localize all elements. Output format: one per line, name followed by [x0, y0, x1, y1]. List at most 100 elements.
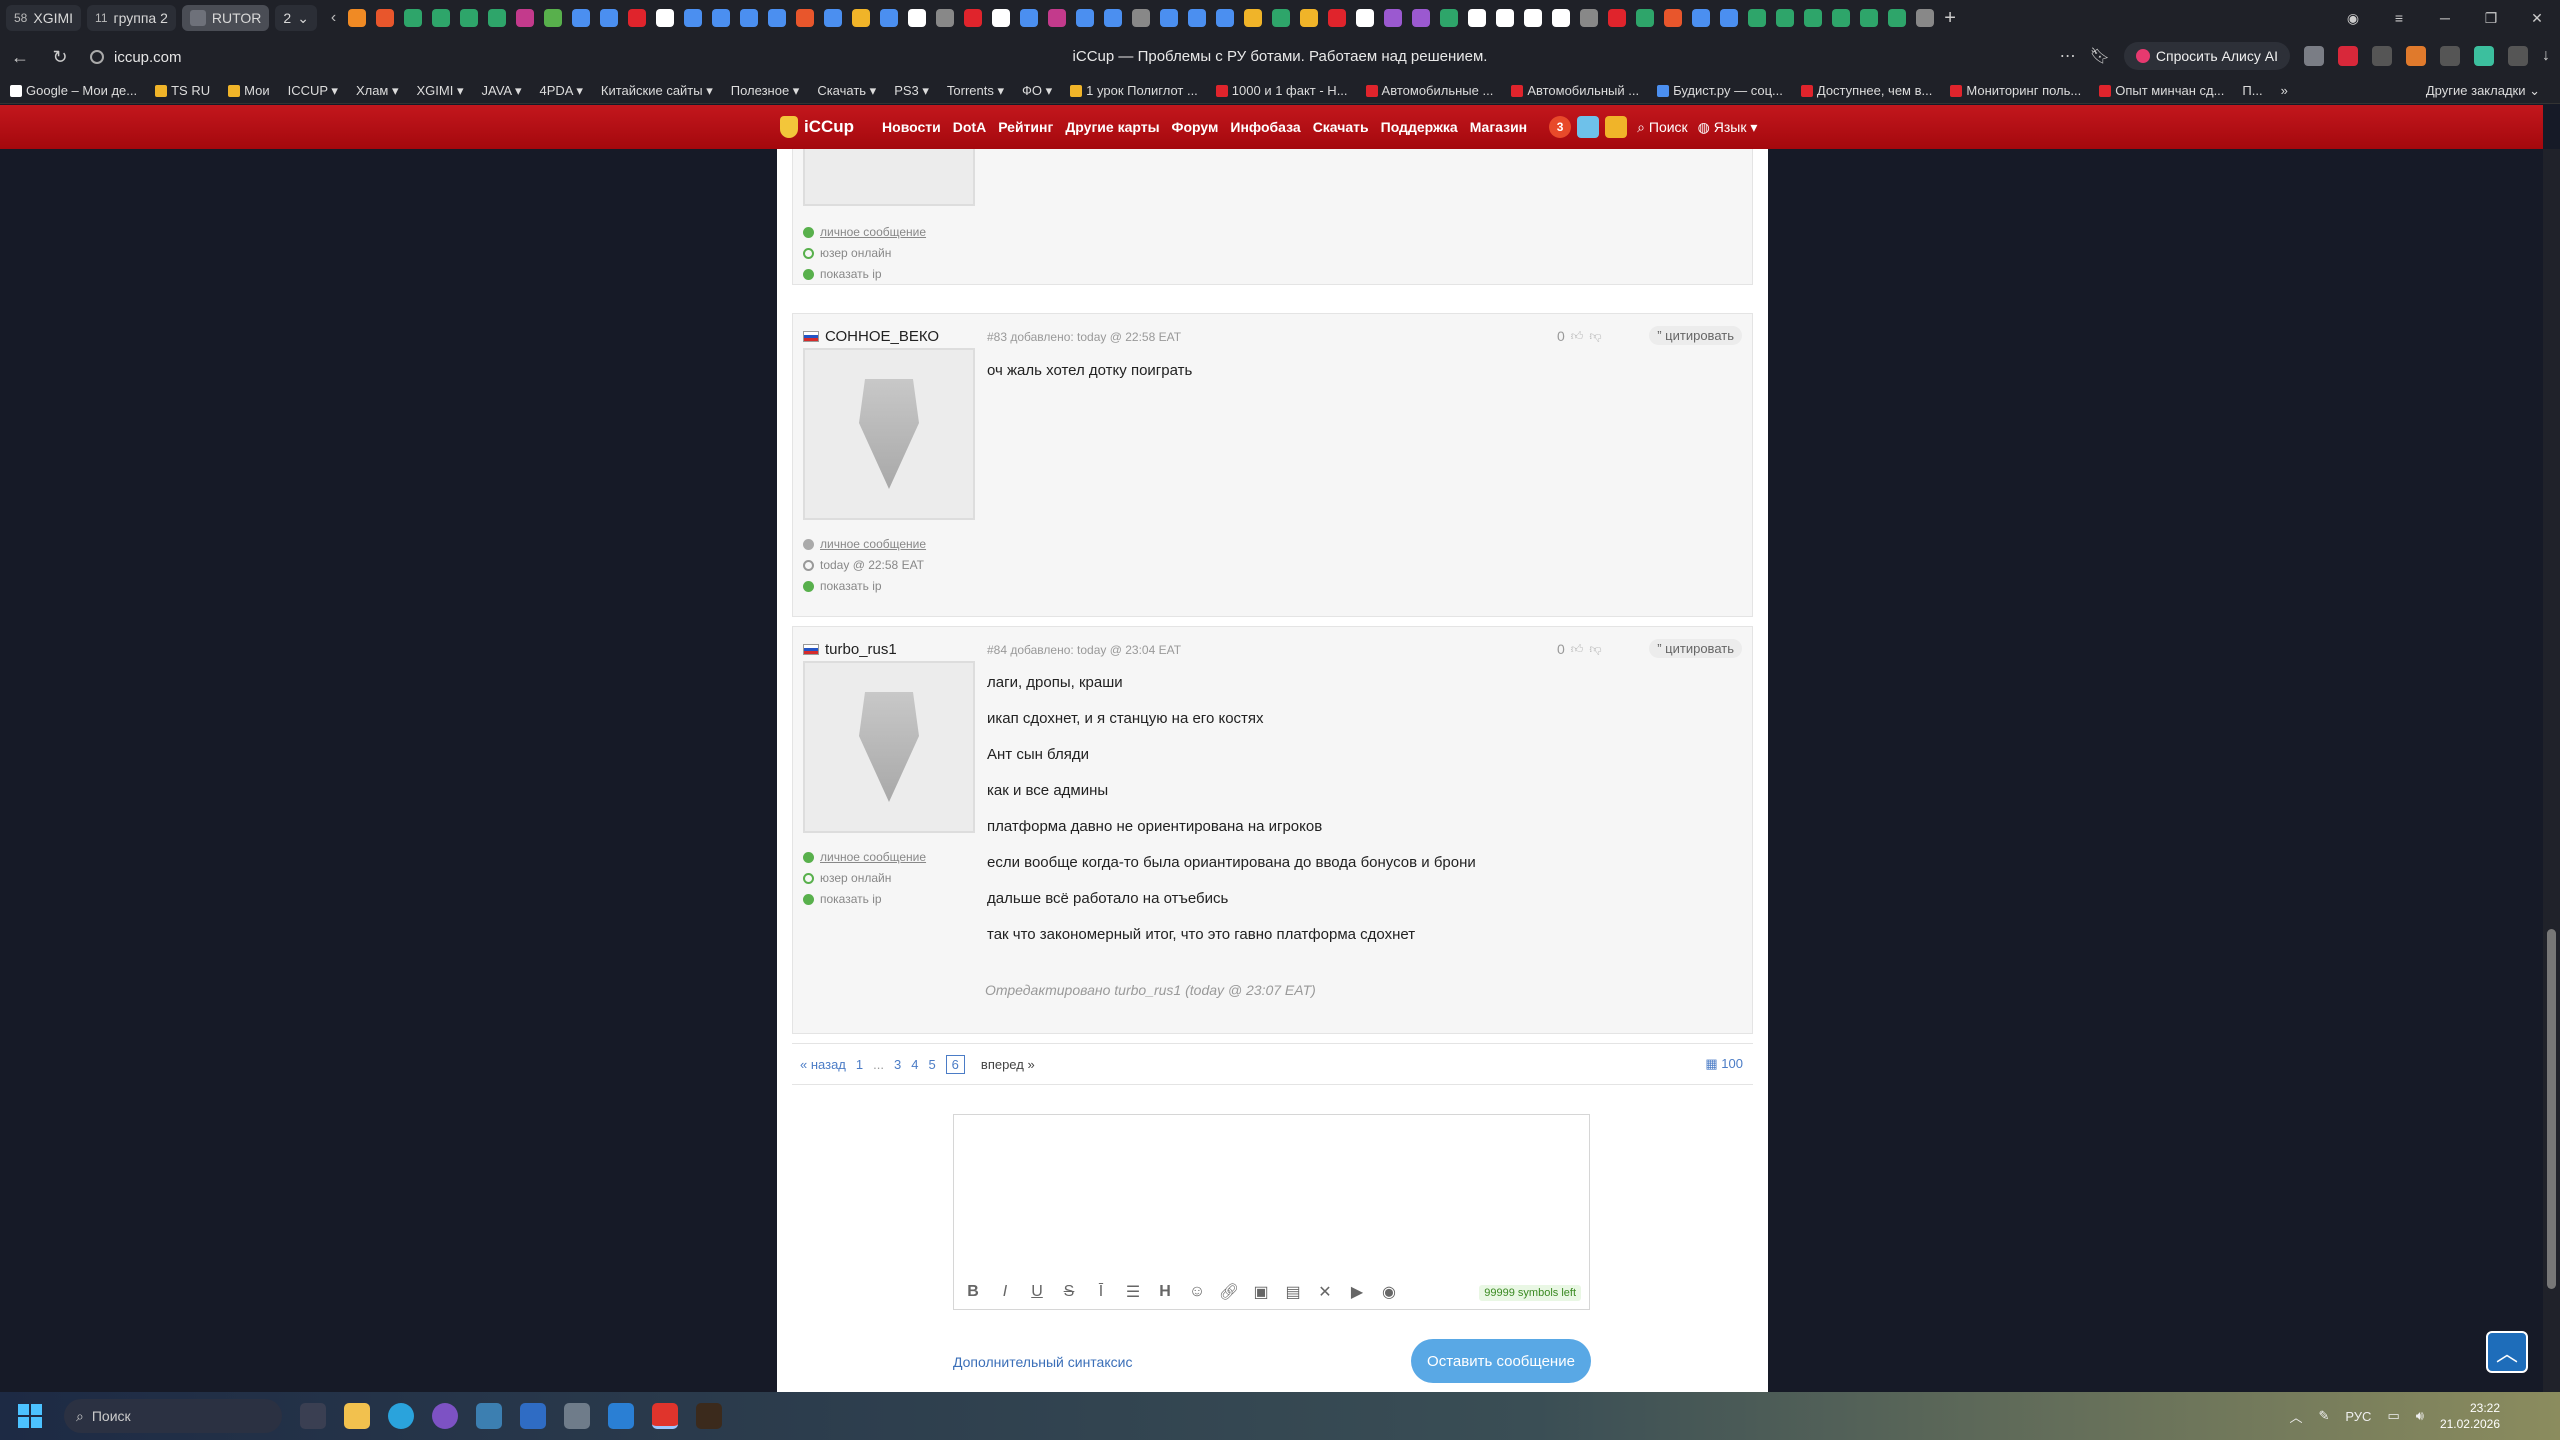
quote-button[interactable]: ” цитировать: [1649, 326, 1742, 345]
bookmark-folder[interactable]: ФО ▾: [1022, 83, 1052, 99]
back-icon[interactable]: ←: [0, 47, 40, 68]
tab-favicon[interactable]: [1748, 9, 1767, 27]
tab-favicon[interactable]: [1776, 9, 1795, 27]
page-scrollbar[interactable]: [2543, 149, 2560, 1392]
nav-shop[interactable]: Магазин: [1470, 119, 1527, 135]
list-icon[interactable]: ☰: [1122, 1281, 1144, 1303]
notification-badge[interactable]: 3: [1549, 116, 1572, 138]
nav-support[interactable]: Поддержка: [1381, 119, 1458, 135]
pm-link[interactable]: личное сообщение: [803, 225, 926, 239]
thumb-down-icon[interactable]: 👎︎: [1589, 642, 1601, 657]
minimize-icon[interactable]: ─: [2422, 10, 2468, 26]
bold-icon[interactable]: B: [962, 1281, 984, 1303]
tab-favicon[interactable]: [992, 9, 1011, 27]
nav-infobase[interactable]: Инфобаза: [1230, 119, 1300, 135]
bookmark-folder[interactable]: XGIMI ▾: [417, 83, 464, 99]
bookmark-item[interactable]: Google – Мои де...: [10, 83, 137, 98]
per-page-selector[interactable]: ▦ 100: [1705, 1056, 1743, 1072]
tab-favicon[interactable]: [1216, 9, 1235, 27]
reload-icon[interactable]: ↻: [40, 47, 80, 68]
tray-app-icon[interactable]: ✎: [2318, 1408, 2329, 1424]
yandex-browser-icon[interactable]: [652, 1403, 678, 1429]
tab-group-xgimi[interactable]: 58 XGIMI: [6, 5, 82, 31]
bookmark-item[interactable]: 1 урок Полиглот ...: [1070, 83, 1198, 98]
tab-favicon[interactable]: [656, 9, 675, 27]
tab-favicon[interactable]: [1160, 9, 1179, 27]
tab-favicon[interactable]: [1552, 9, 1571, 27]
tab-favicon[interactable]: [572, 9, 591, 27]
formula-icon[interactable]: ✕: [1314, 1281, 1336, 1303]
tab-favicon[interactable]: [404, 9, 423, 27]
taskbar-search[interactable]: ⌕ Поиск: [64, 1399, 282, 1433]
bookmark-folder[interactable]: Хлам ▾: [356, 83, 399, 99]
reply-editor[interactable]: B I U S Ī ☰ H ☺ 🔗︎ ▣ ▤ ✕ ▶ ◉ 99999 symbo…: [953, 1114, 1590, 1310]
tab-group-rutor[interactable]: RUTOR: [181, 5, 270, 31]
tab-favicon[interactable]: [1328, 9, 1347, 27]
extension-icon[interactable]: [2474, 46, 2494, 66]
tab-favicon[interactable]: [460, 9, 479, 27]
bookmark-folder[interactable]: PS3 ▾: [894, 83, 929, 99]
tab-favicon[interactable]: [1888, 9, 1907, 27]
thumb-up-icon[interactable]: 👍︎: [1571, 642, 1584, 657]
tab-favicon[interactable]: [740, 9, 759, 27]
chevron-up-icon[interactable]: ︿: [2289, 1407, 2302, 1426]
bookmark-item[interactable]: Будист.ру — соц...: [1657, 83, 1783, 98]
viber-icon[interactable]: [432, 1403, 458, 1429]
tab-group-2[interactable]: 11 группа 2: [87, 5, 176, 31]
adblock-icon[interactable]: [2338, 46, 2358, 66]
scrollbar-thumb[interactable]: [2547, 929, 2556, 1289]
network-icon[interactable]: ▭: [2387, 1408, 2399, 1424]
nav-rating[interactable]: Рейтинг: [998, 119, 1053, 135]
show-ip-link[interactable]: показать ip: [803, 267, 882, 281]
profile-icon[interactable]: ◉: [2330, 10, 2376, 27]
page-link[interactable]: 1: [856, 1057, 863, 1072]
telegram-icon[interactable]: [388, 1403, 414, 1429]
page-link[interactable]: 4: [911, 1057, 918, 1072]
tab-favicon[interactable]: [1580, 9, 1599, 27]
bookmark-folder[interactable]: Скачать ▾: [817, 83, 876, 99]
pm-link[interactable]: личное сообщение: [803, 850, 926, 864]
close-icon[interactable]: ✕: [2514, 10, 2560, 27]
bookmark-item[interactable]: Доступнее, чем в...: [1800, 83, 1932, 98]
tab-favicon[interactable]: [852, 9, 871, 27]
pm-link[interactable]: личное сообщение: [803, 537, 926, 551]
tab-favicon[interactable]: [1104, 9, 1123, 27]
messages-icon[interactable]: [1577, 116, 1600, 138]
tab-favicon[interactable]: [1916, 9, 1935, 27]
ask-alice-button[interactable]: Спросить Алису AI: [2123, 42, 2290, 70]
bookmark-item[interactable]: П...: [2242, 83, 2262, 98]
tab-favicon[interactable]: [712, 9, 731, 27]
tab-favicon[interactable]: [1636, 9, 1655, 27]
new-tab-icon[interactable]: +: [1944, 7, 1956, 30]
strikethrough-icon[interactable]: S: [1058, 1281, 1080, 1303]
link-icon[interactable]: 🔗︎: [1218, 1281, 1240, 1303]
url-field[interactable]: iccup.com: [90, 49, 182, 66]
quote-button[interactable]: ” цитировать: [1649, 639, 1742, 658]
tab-favicon[interactable]: [908, 9, 927, 27]
warcraft-icon[interactable]: [696, 1403, 722, 1429]
tab-favicon[interactable]: [1412, 9, 1431, 27]
bookmark-item[interactable]: Мои: [228, 83, 270, 98]
nav-forum[interactable]: Форум: [1172, 119, 1219, 135]
tab-favicon[interactable]: [1244, 9, 1263, 27]
input-language[interactable]: РУС: [2345, 1409, 2371, 1424]
tab-favicon[interactable]: [1132, 9, 1151, 27]
bookmark-folder[interactable]: Полезное ▾: [731, 83, 800, 99]
site-info-icon[interactable]: [90, 50, 104, 64]
prev-page-link[interactable]: « назад: [800, 1057, 846, 1072]
image-icon[interactable]: ▣: [1250, 1281, 1272, 1303]
task-view-icon[interactable]: [300, 1403, 326, 1429]
tab-favicon[interactable]: [1076, 9, 1095, 27]
thumb-down-icon[interactable]: 👎︎: [1589, 329, 1601, 344]
bookmark-item[interactable]: TS RU: [155, 83, 210, 98]
show-ip-link[interactable]: показать ip: [803, 892, 882, 906]
tab-favicon[interactable]: [796, 9, 815, 27]
page-link[interactable]: 3: [894, 1057, 901, 1072]
extra-syntax-link[interactable]: Дополнительный синтаксис: [953, 1354, 1132, 1370]
other-bookmarks[interactable]: Другие закладки ⌄: [2426, 83, 2540, 99]
tab-favicon[interactable]: [1440, 9, 1459, 27]
tab-favicon[interactable]: [1048, 9, 1067, 27]
bookmark-folder[interactable]: JAVA ▾: [481, 83, 521, 99]
heading-icon[interactable]: H: [1154, 1281, 1176, 1303]
bookmarks-overflow[interactable]: »: [2281, 83, 2288, 98]
